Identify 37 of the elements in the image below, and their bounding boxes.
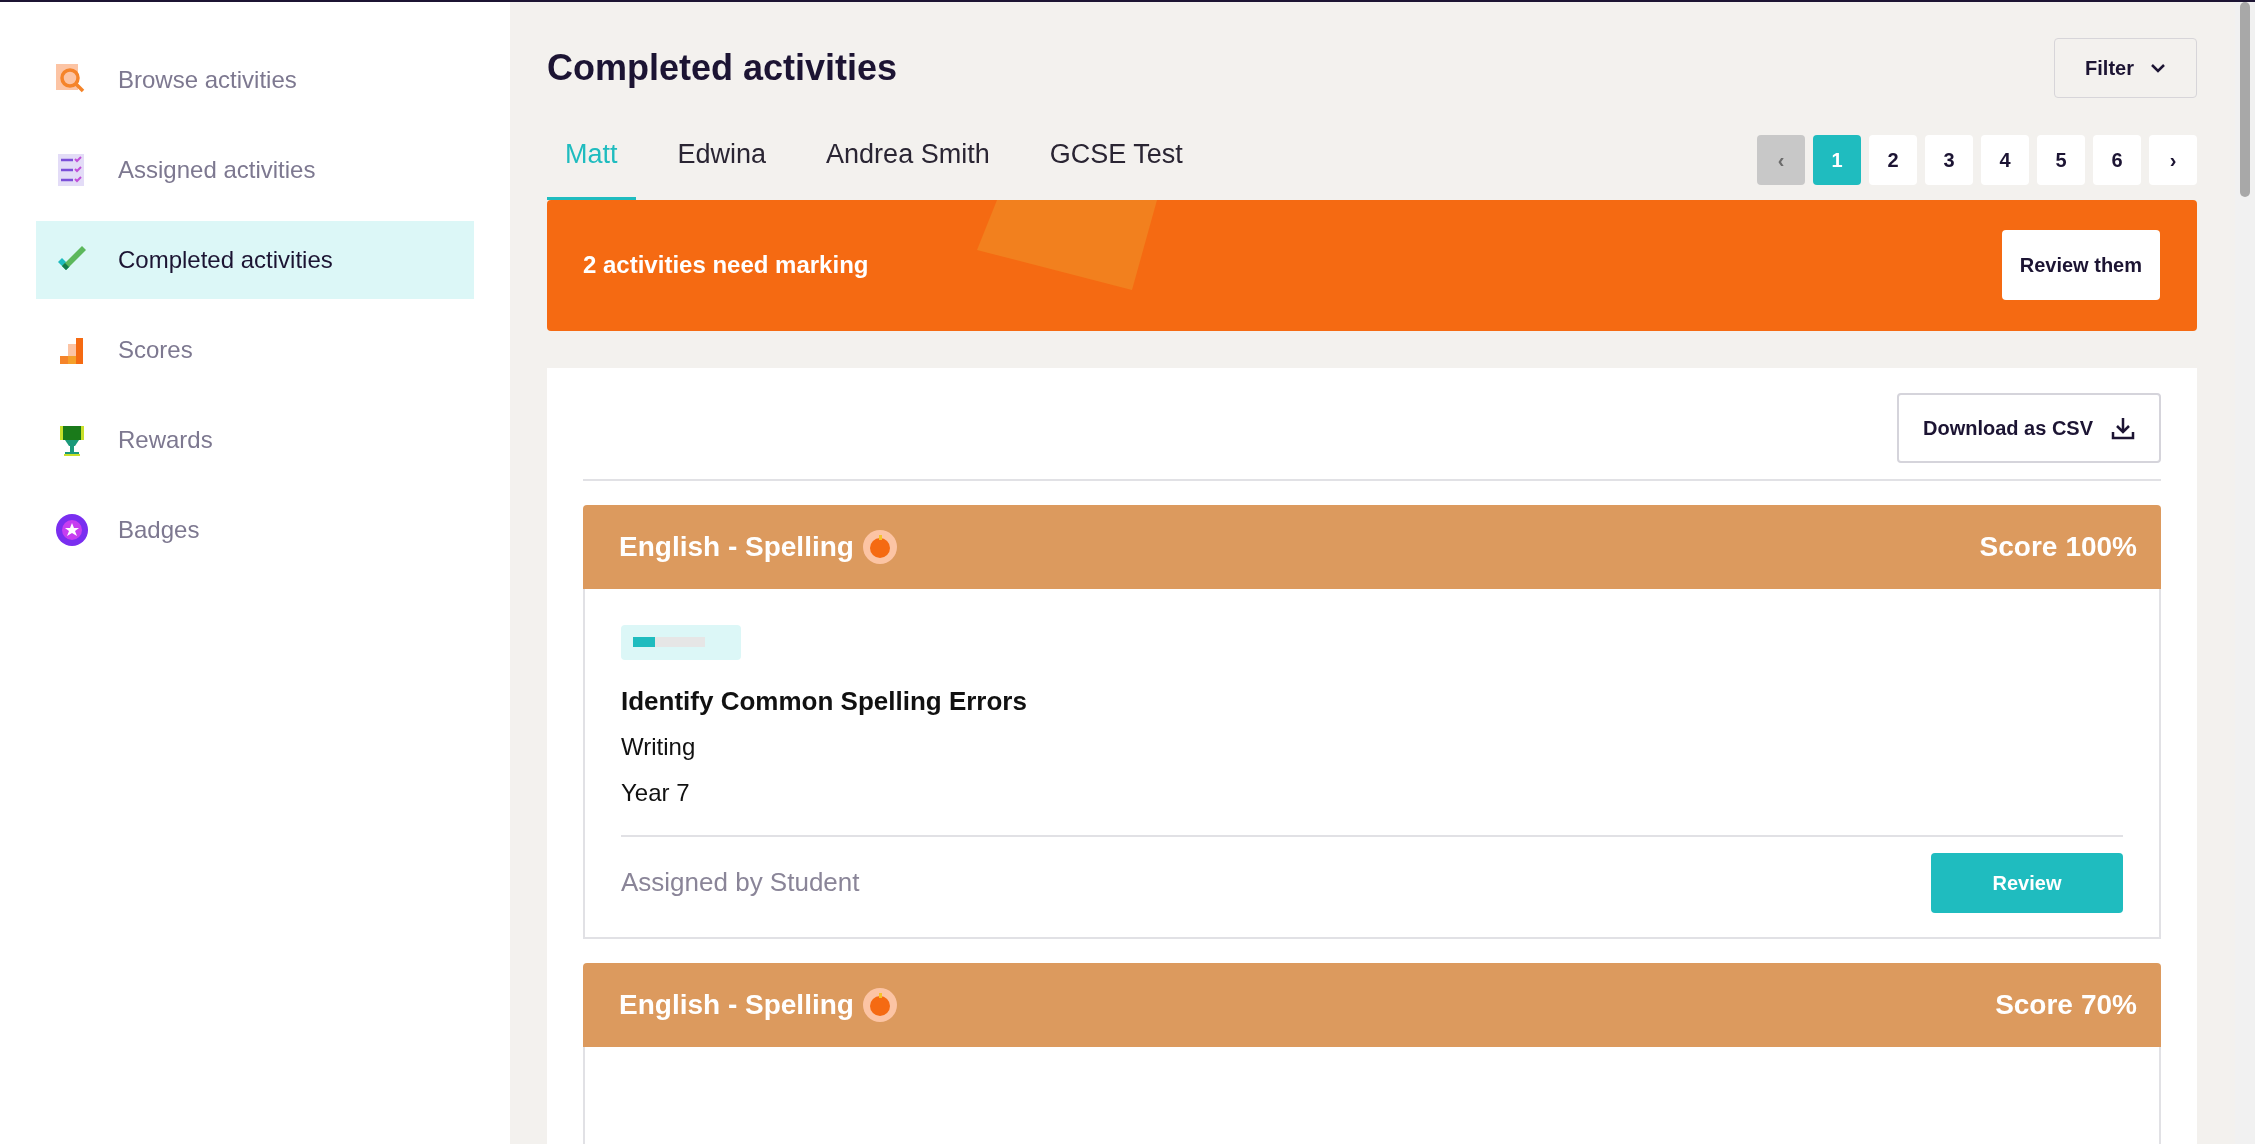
- scrollbar-thumb[interactable]: [2240, 2, 2250, 197]
- person-tab[interactable]: Edwina: [659, 120, 785, 200]
- apple-icon: [861, 528, 898, 565]
- sidebar-item[interactable]: Assigned activities: [36, 131, 474, 209]
- banner-message: 2 activities need marking: [583, 250, 869, 280]
- scrollbar[interactable]: [2235, 2, 2255, 1144]
- review-them-button[interactable]: Review them: [2001, 230, 2160, 300]
- chevron-down-icon: [2150, 63, 2166, 73]
- sidebar-item[interactable]: Rewards: [36, 401, 474, 479]
- page-button[interactable]: 3: [1925, 134, 1973, 185]
- activity-title: Identify Common Spelling Errors: [621, 684, 1028, 718]
- download-csv-button[interactable]: Download as CSV: [1896, 392, 2161, 463]
- sidebar-item[interactable]: Completed activities: [36, 221, 474, 299]
- sidebar-item[interactable]: Scores: [36, 311, 474, 389]
- download-icon: [2111, 415, 2135, 440]
- subject-label: English - Spelling: [619, 987, 854, 1022]
- assigned-by-text: Assigned by Student: [621, 866, 860, 899]
- filter-button[interactable]: Filter: [2054, 38, 2197, 98]
- page-button[interactable]: 2: [1869, 134, 1917, 185]
- page-button[interactable]: 5: [2037, 134, 2085, 185]
- activity-detail: Year 7: [621, 777, 691, 808]
- badge-icon: [56, 514, 88, 546]
- score-value: 100%: [2065, 529, 2137, 564]
- apple-icon: [861, 986, 898, 1023]
- activity-detail: Writing: [621, 731, 697, 762]
- sidebar-item[interactable]: Browse activities: [36, 41, 474, 119]
- person-tab[interactable]: Andrea Smith: [808, 120, 1008, 200]
- score-label: Score: [1995, 987, 2073, 1022]
- subject-label: English - Spelling: [619, 529, 854, 564]
- page-button[interactable]: 4: [1981, 134, 2029, 185]
- page-title: Completed activities: [547, 46, 898, 90]
- sidebar-item[interactable]: Badges: [36, 491, 474, 569]
- person-tab[interactable]: GCSE Test: [1031, 120, 1201, 200]
- score-value: 70%: [2080, 987, 2137, 1022]
- score-label: Score: [1979, 529, 2058, 564]
- page-button[interactable]: 6: [2093, 134, 2141, 185]
- next-page-button[interactable]: ›: [2149, 134, 2197, 185]
